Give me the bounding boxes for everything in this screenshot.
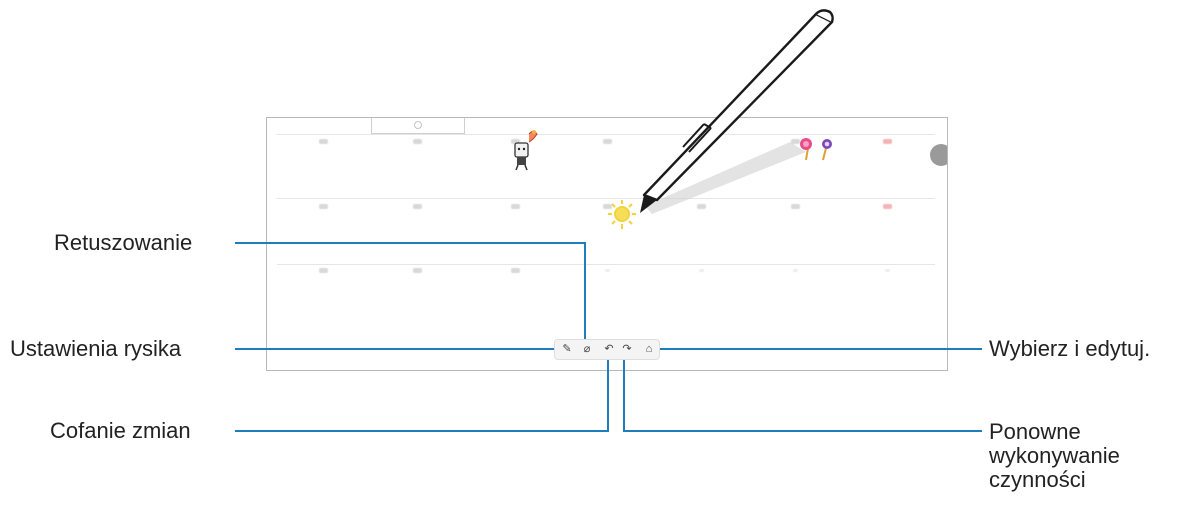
callout-retouch: Retuszowanie	[54, 230, 193, 255]
calendar-cell[interactable]	[511, 204, 520, 209]
calendar-cell[interactable]	[413, 139, 422, 144]
calendar-cell-sunday[interactable]	[883, 204, 892, 209]
calendar-cell[interactable]	[413, 204, 422, 209]
pen-settings-icon[interactable]: ✎	[559, 341, 575, 358]
callout-select-edit: Wybierz i edytuj.	[989, 336, 1151, 361]
redo-icon[interactable]: ↷	[619, 341, 635, 358]
calendar-screen	[266, 117, 948, 371]
calendar-cell[interactable]	[413, 268, 422, 273]
calendar-cell[interactable]	[791, 204, 800, 209]
calendar-cell[interactable]	[699, 269, 704, 272]
tab-dot-icon	[414, 121, 422, 129]
calendar-cell[interactable]	[603, 204, 612, 209]
calendar-cell[interactable]	[697, 139, 706, 144]
calendar-cell-sunday[interactable]	[883, 139, 892, 144]
calendar-cell[interactable]	[511, 268, 520, 273]
undo-icon[interactable]: ↶	[601, 341, 617, 358]
callout-undo: Cofanie zmian	[50, 418, 191, 443]
calendar-cell[interactable]	[885, 269, 890, 272]
lasso-select-icon[interactable]: ⌂	[641, 341, 657, 358]
row-divider	[277, 264, 935, 265]
row-divider	[277, 198, 935, 199]
calendar-cell[interactable]	[791, 139, 800, 144]
callout-redo: Ponowne wykonywanie czynności	[989, 419, 1120, 492]
eraser-icon[interactable]: ⌀	[579, 341, 595, 358]
drawing-toolbar: ✎ ⌀ ↶ ↷ ⌂	[554, 339, 660, 360]
callout-pen-settings: Ustawienia rysika	[10, 336, 182, 361]
calendar-cell[interactable]	[511, 139, 520, 144]
calendar-cell[interactable]	[319, 139, 328, 144]
calendar-cell[interactable]	[319, 268, 328, 273]
calendar-cell[interactable]	[319, 204, 328, 209]
calendar-cell[interactable]	[793, 269, 798, 272]
calendar-top-tab[interactable]	[371, 118, 465, 134]
calendar-cell[interactable]	[697, 204, 706, 209]
side-pen-button[interactable]	[930, 144, 947, 166]
calendar-cell[interactable]	[605, 269, 610, 272]
calendar-cell[interactable]	[603, 139, 612, 144]
row-divider	[277, 134, 935, 135]
